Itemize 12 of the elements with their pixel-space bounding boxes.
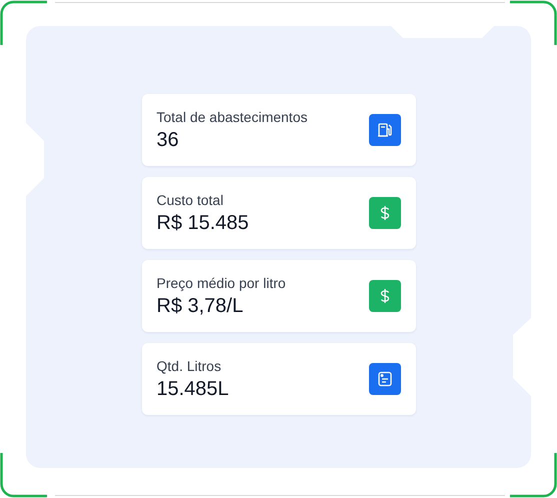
stat-label: Custo total — [156, 192, 224, 208]
stat-label: Preço médio por litro — [156, 274, 286, 290]
stat-label: Total de abastecimentos — [156, 108, 308, 124]
stat-value: R$ 3,78/L — [156, 294, 244, 318]
corner-bracket-icon — [0, 452, 48, 498]
stat-value: 15.485L — [156, 378, 229, 400]
stat-value: 36 — [156, 128, 180, 152]
stat-value: R$ 15.485 — [156, 212, 249, 234]
stat-label: Qtd. Litros — [156, 358, 222, 374]
corner-bracket-icon — [509, 452, 557, 498]
corner-bracket-icon — [509, 0, 557, 46]
corner-bracket-icon — [0, 0, 48, 46]
